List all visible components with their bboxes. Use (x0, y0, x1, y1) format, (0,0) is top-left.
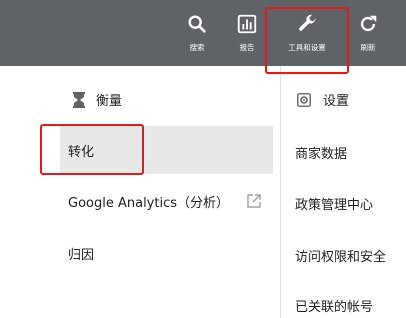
reports-label: 报告 (239, 43, 255, 52)
external-link-icon (247, 194, 261, 208)
menu-item-attribution[interactable]: 归因 (60, 229, 273, 277)
refresh-button[interactable]: 刷新 (350, 0, 386, 66)
measurement-heading-text: 衡量 (96, 94, 123, 109)
settings-heading-text: 设置 (323, 94, 350, 109)
refresh-icon (360, 15, 377, 32)
menu-item-access-and-security[interactable]: 访问权限和安全 (295, 246, 386, 265)
menu-item-linked-accounts[interactable]: 已关联的帐号 (295, 296, 373, 315)
reports-button[interactable]: 报告 (228, 0, 266, 66)
menu-item-google-analytics[interactable]: Google Analytics（分析） (60, 177, 273, 225)
measurement-column: 衡量 转化 Google Analytics（分析） 归因 (55, 66, 280, 318)
hourglass-icon (73, 91, 85, 108)
search-label: 搜索 (189, 43, 205, 52)
google-ads-tools-menu: 搜索 报告 工具和设置 刷新 衡量 转化 Google Analytics（分析… (0, 0, 406, 318)
refresh-label: 刷新 (360, 43, 376, 52)
top-toolbar: 搜索 报告 工具和设置 刷新 (0, 0, 406, 66)
menu-item-label: Google Analytics（分析） (68, 195, 230, 211)
menu-item-label: 归因 (68, 247, 95, 263)
gear-icon (297, 92, 311, 107)
settings-heading: 设置 (297, 90, 349, 109)
menu-item-conversions[interactable]: 转化 (60, 126, 273, 174)
measurement-heading: 衡量 (72, 90, 122, 109)
menu-item-policy-manager[interactable]: 政策管理中心 (295, 194, 373, 213)
settings-column: 设置 商家数据 政策管理中心 访问权限和安全 已关联的帐号 (280, 66, 406, 318)
tools-and-settings-button[interactable]: 工具和设置 (278, 0, 336, 66)
tools-and-settings-label: 工具和设置 (288, 43, 326, 52)
menu-item-label: 转化 (68, 144, 95, 160)
search-button[interactable]: 搜索 (178, 0, 216, 66)
search-icon (188, 15, 206, 33)
reports-icon (237, 14, 257, 34)
wrench-icon (299, 14, 317, 31)
menu-item-business-data[interactable]: 商家数据 (295, 143, 347, 162)
